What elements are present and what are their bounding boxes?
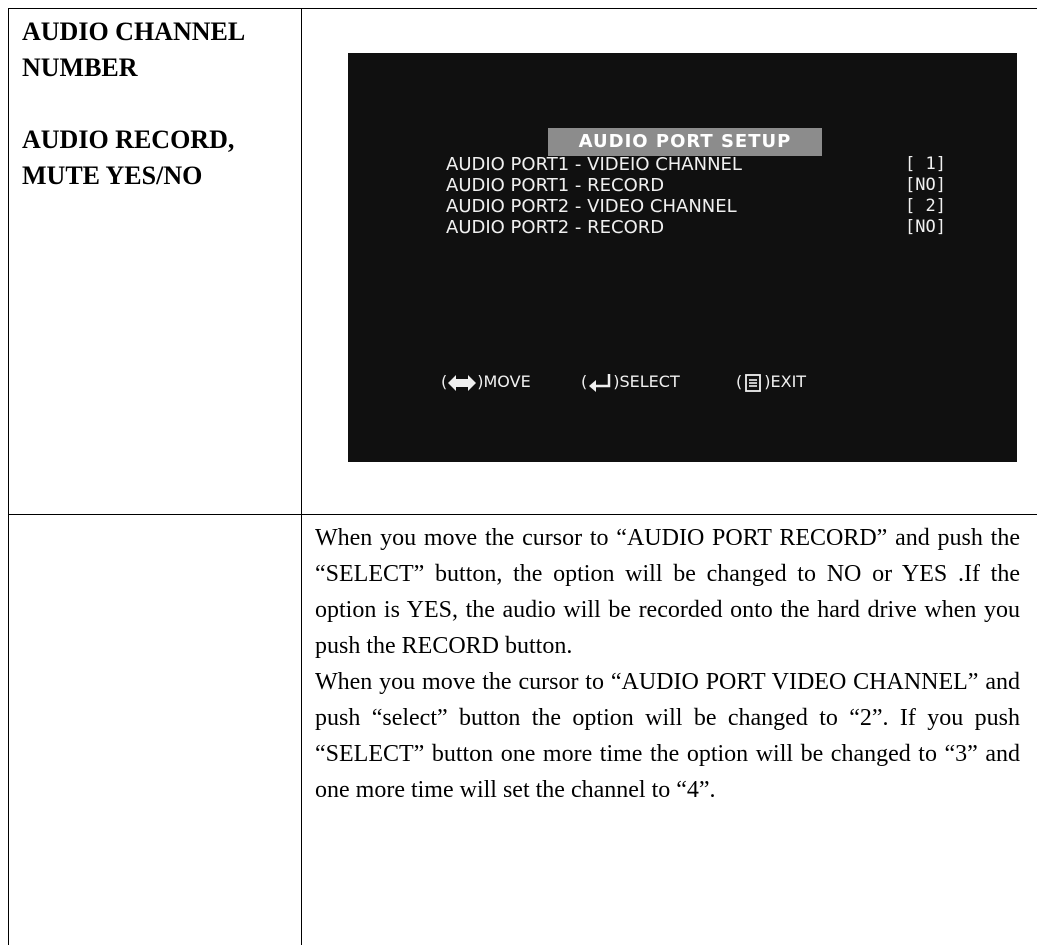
audio-channel-label: AUDIO CHANNEL NUMBER <box>22 17 244 82</box>
table-border-left <box>8 8 9 945</box>
osd-item-label: AUDIO PORT1 - VIDEIO CHANNEL <box>446 154 742 175</box>
osd-menu-item[interactable]: AUDIO PORT2 - RECORD [NO] <box>446 217 946 238</box>
osd-menu-list: AUDIO PORT1 - VIDEIO CHANNEL [ 1] AUDIO … <box>446 154 946 238</box>
move-hint: ( ) MOVE <box>441 369 531 395</box>
osd-item-value: [NO] <box>905 175 946 195</box>
description-cell: When you move the cursor to “AUDIO PORT … <box>315 520 1020 808</box>
audio-record-label: AUDIO RECORD, MUTE YES/NO <box>22 125 235 190</box>
osd-title: AUDIO PORT SETUP <box>548 128 822 156</box>
exit-hint: ( ) EXIT <box>736 369 806 395</box>
move-label: MOVE <box>483 372 531 391</box>
osd-screen: AUDIO PORT SETUP AUDIO PORT1 - VIDEIO CH… <box>348 53 1017 462</box>
channel-description: When you move the cursor to “AUDIO PORT … <box>315 669 1020 803</box>
table-row-divider <box>8 514 1037 515</box>
osd-menu-item[interactable]: AUDIO PORT1 - VIDEIO CHANNEL [ 1] <box>446 154 946 175</box>
osd-item-value: [NO] <box>905 217 946 237</box>
enter-icon <box>587 369 613 395</box>
osd-menu-item[interactable]: AUDIO PORT1 - RECORD [NO] <box>446 175 946 196</box>
left-right-arrow-icon <box>447 369 477 395</box>
osd-item-value: [ 2] <box>905 196 946 216</box>
osd-item-label: AUDIO PORT2 - RECORD <box>446 217 665 238</box>
select-label: SELECT <box>619 372 680 391</box>
record-description: When you move the cursor to “AUDIO PORT … <box>315 525 1020 659</box>
osd-key-hints: ( ) MOVE ( ) SELECT () EXIT <box>348 369 1017 395</box>
osd-item-label: AUDIO PORT2 - VIDEO CHANNEL <box>446 196 737 217</box>
osd-menu-item[interactable]: AUDIO PORT2 - VIDEO CHANNEL [ 2] <box>446 196 946 217</box>
menu-icon <box>742 369 764 395</box>
select-hint: ( ) SELECT <box>581 369 680 395</box>
setting-labels-cell: AUDIO CHANNEL NUMBER AUDIO RECORD, MUTE … <box>22 14 292 194</box>
table-border-top <box>8 8 1037 9</box>
table-column-divider <box>301 8 302 945</box>
exit-label: EXIT <box>770 372 807 391</box>
osd-item-label: AUDIO PORT1 - RECORD <box>446 175 665 196</box>
osd-item-value: [ 1] <box>905 154 946 174</box>
